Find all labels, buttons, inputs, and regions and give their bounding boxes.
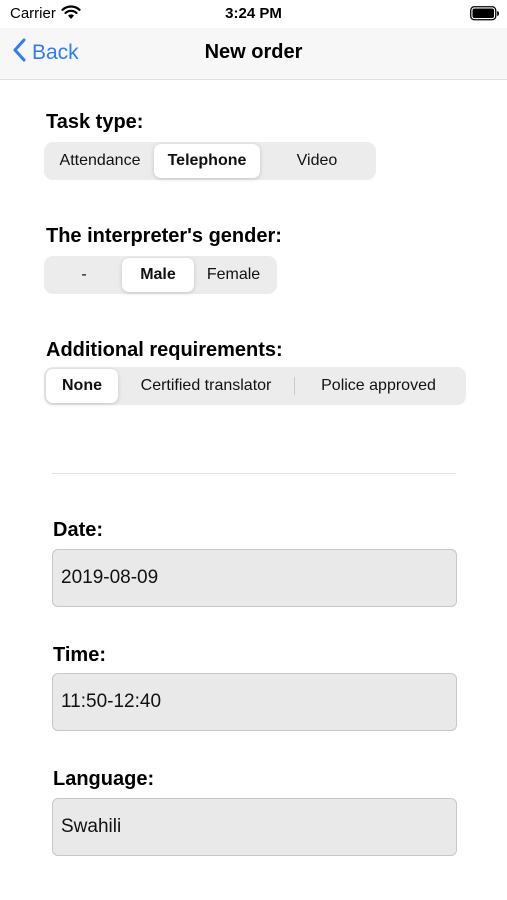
- status-bar: Carrier 3:24 PM: [0, 0, 507, 28]
- date-field[interactable]: [52, 549, 457, 607]
- task-type-segmented-control: Attendance Telephone Video: [44, 142, 376, 180]
- segment-attendance[interactable]: Attendance: [46, 144, 154, 178]
- section-divider: [52, 473, 456, 474]
- page-title: New order: [204, 41, 303, 63]
- gender-segmented-control: - Male Female: [44, 256, 277, 294]
- segment-police-approved[interactable]: Police approved: [295, 369, 462, 403]
- gender-label: The interpreter's gender:: [46, 225, 282, 247]
- date-label: Date:: [53, 519, 104, 541]
- battery-icon: [470, 6, 500, 21]
- segment-female[interactable]: Female: [194, 258, 273, 292]
- time-field[interactable]: [52, 673, 457, 731]
- segment-certified-translator[interactable]: Certified translator: [118, 369, 294, 403]
- requirements-segmented-control: None Certified translator Police approve…: [44, 367, 466, 405]
- language-label: Language:: [53, 768, 155, 790]
- task-type-label: Task type:: [46, 111, 144, 133]
- status-time: 3:24 PM: [225, 5, 282, 22]
- navigation-bar: Back New order: [0, 28, 507, 80]
- time-label: Time:: [53, 644, 106, 666]
- segment-none[interactable]: None: [46, 369, 118, 403]
- language-field[interactable]: [52, 798, 457, 856]
- segment-telephone[interactable]: Telephone: [154, 144, 260, 178]
- requirements-label: Additional requirements:: [46, 339, 283, 361]
- segment-male[interactable]: Male: [122, 258, 194, 292]
- segment-none-gender[interactable]: -: [46, 258, 122, 292]
- segment-video[interactable]: Video: [260, 144, 374, 178]
